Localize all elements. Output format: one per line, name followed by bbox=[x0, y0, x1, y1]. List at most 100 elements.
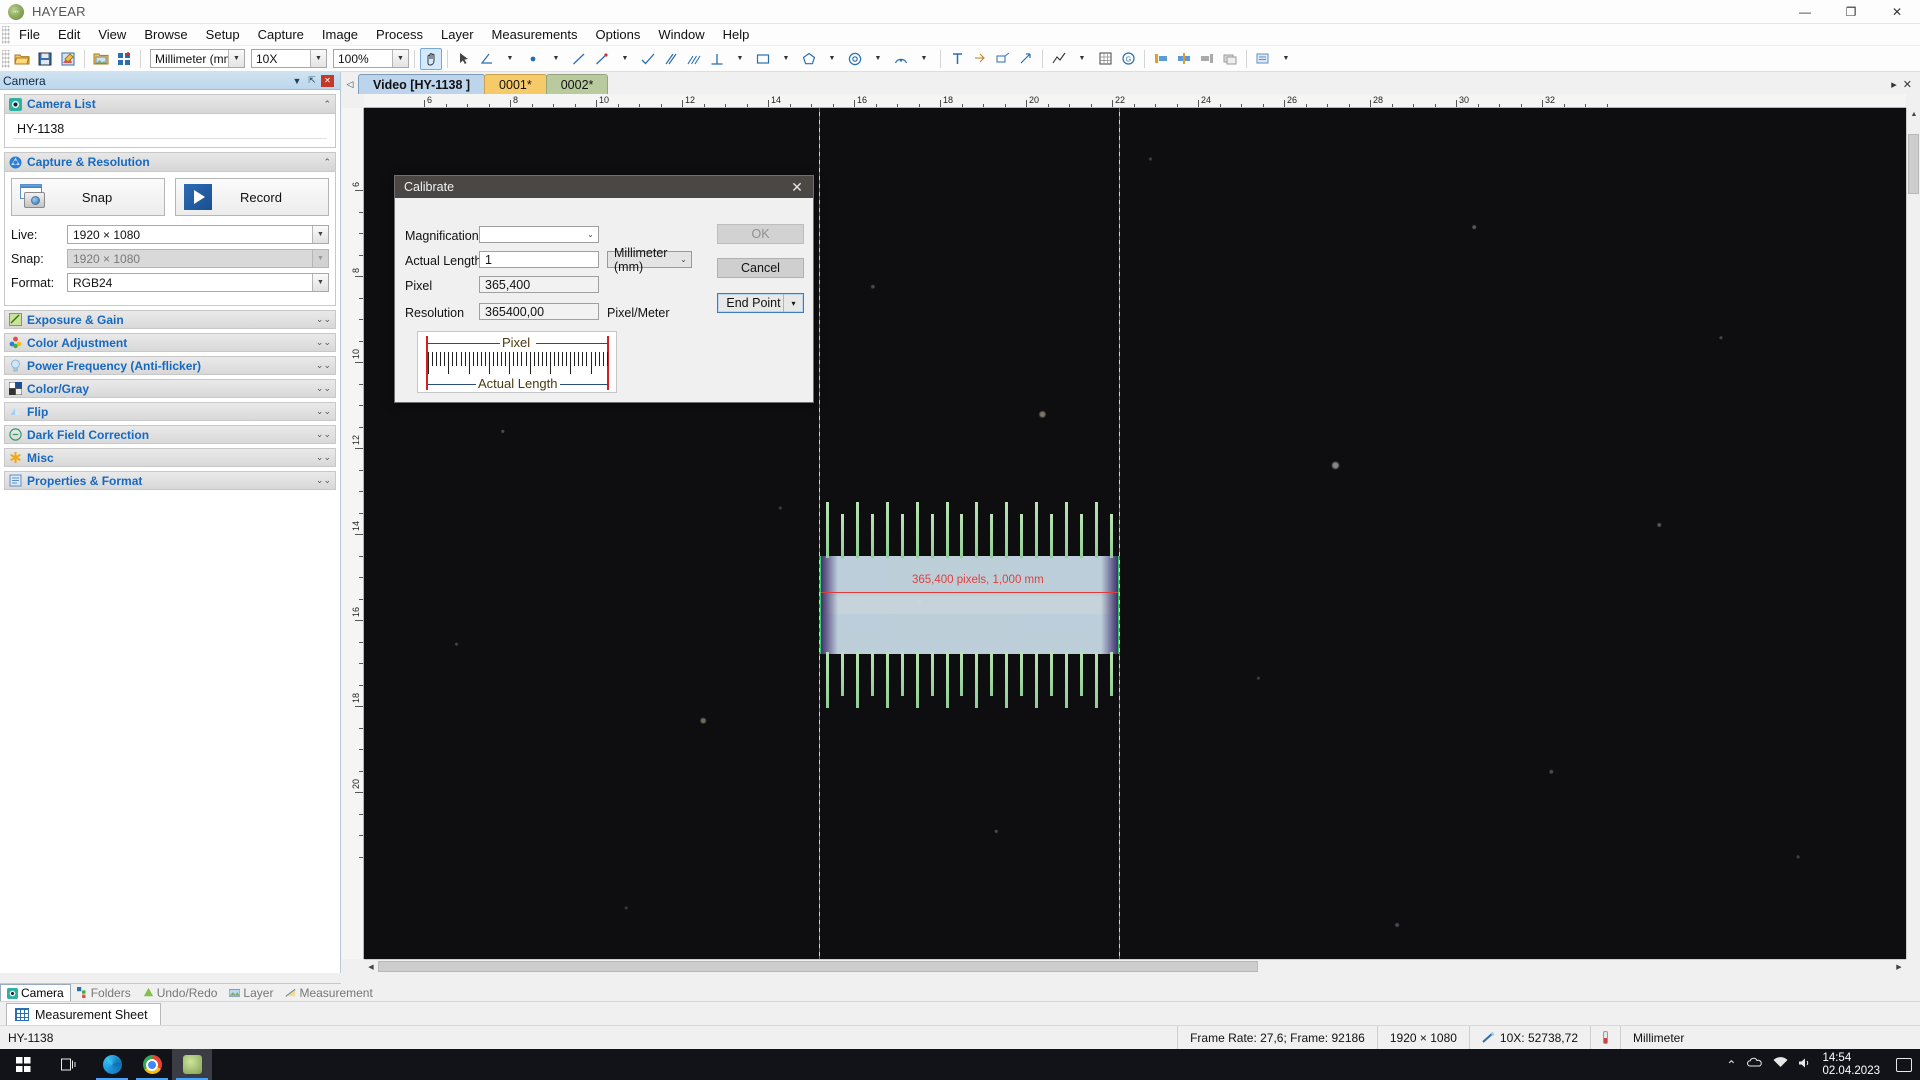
dimension-icon[interactable] bbox=[969, 48, 991, 70]
chevron-left-icon[interactable]: ◁ bbox=[342, 74, 358, 94]
network-icon[interactable] bbox=[1773, 1057, 1788, 1072]
chevron-down-icon[interactable]: ▼ bbox=[545, 48, 567, 70]
group-exposure-gain[interactable]: Exposure & Gain ⌄⌄ bbox=[4, 310, 336, 329]
menu-file[interactable]: File bbox=[10, 25, 49, 44]
snap-button[interactable]: Snap bbox=[11, 178, 165, 216]
menu-browse[interactable]: Browse bbox=[135, 25, 196, 44]
chevron-down-icon[interactable]: ▼ bbox=[775, 48, 797, 70]
arc-icon[interactable] bbox=[890, 48, 912, 70]
point-icon[interactable] bbox=[522, 48, 544, 70]
image-folder-icon[interactable] bbox=[90, 48, 112, 70]
menu-process[interactable]: Process bbox=[367, 25, 432, 44]
close-button[interactable]: ✕ bbox=[1874, 0, 1920, 24]
open-folder-icon[interactable] bbox=[11, 48, 33, 70]
align-left-icon[interactable] bbox=[1150, 48, 1172, 70]
taskbar-app-edge[interactable] bbox=[92, 1049, 132, 1080]
group-camera-list-header[interactable]: Camera List ⌃ bbox=[5, 95, 335, 114]
chevron-down-icon[interactable]: ▼ bbox=[312, 274, 328, 291]
chevron-down-icon[interactable]: ▼ bbox=[1071, 48, 1093, 70]
menu-setup[interactable]: Setup bbox=[197, 25, 249, 44]
taskbar-app-hayear[interactable] bbox=[172, 1049, 212, 1080]
live-resolution-select[interactable]: 1920 × 1080 ▼ bbox=[67, 225, 329, 244]
calibrate-dialog-titlebar[interactable]: Calibrate ✕ bbox=[395, 176, 813, 198]
tray-expand-chevron-icon[interactable]: ⌃ bbox=[1726, 1058, 1736, 1072]
chevron-down-icon[interactable]: ▼ bbox=[310, 50, 326, 67]
tab-video[interactable]: Video [HY-1138 ] bbox=[358, 74, 486, 94]
notification-icon[interactable] bbox=[1896, 1057, 1912, 1072]
group-dark-field-correction[interactable]: Dark Field Correction ⌄⌄ bbox=[4, 425, 336, 444]
measurement-sheet-tab[interactable]: Measurement Sheet bbox=[6, 1003, 161, 1025]
menu-layer[interactable]: Layer bbox=[432, 25, 483, 44]
actual-length-input[interactable]: 1 bbox=[479, 251, 599, 268]
shape-label-icon[interactable] bbox=[992, 48, 1014, 70]
maximize-button[interactable]: ❐ bbox=[1828, 0, 1874, 24]
measurement-guide-left[interactable] bbox=[819, 108, 820, 959]
zoom-select[interactable]: 100% ▼ bbox=[333, 49, 409, 68]
horizontal-scrollbar[interactable]: ◀ ▶ bbox=[364, 959, 1906, 973]
arrow-annotation-icon[interactable] bbox=[1015, 48, 1037, 70]
chevron-down-icon[interactable]: ▼ bbox=[729, 48, 751, 70]
chevron-double-down-icon[interactable]: ⌄⌄ bbox=[316, 406, 331, 417]
grid-add-icon[interactable] bbox=[113, 48, 135, 70]
chevron-right-icon[interactable]: ▸ bbox=[1891, 78, 1897, 91]
chevron-down-icon[interactable]: ▼ bbox=[312, 226, 328, 243]
scroll-up-button[interactable]: ▲ bbox=[1907, 108, 1920, 121]
text-icon[interactable] bbox=[946, 48, 968, 70]
taskbar-app-chrome[interactable] bbox=[132, 1049, 172, 1080]
chart-icon[interactable] bbox=[1048, 48, 1070, 70]
chevron-double-down-icon[interactable]: ⌄⌄ bbox=[316, 429, 331, 440]
menu-grip-handle[interactable] bbox=[2, 25, 10, 44]
chevron-double-down-icon[interactable]: ⌄⌄ bbox=[316, 314, 331, 325]
toolbar-grip-handle[interactable] bbox=[2, 49, 10, 68]
tab-camera[interactable]: Camera bbox=[0, 983, 71, 1002]
scroll-left-button[interactable]: ◀ bbox=[364, 960, 378, 973]
perpendicular-icon[interactable] bbox=[706, 48, 728, 70]
menu-measurements[interactable]: Measurements bbox=[483, 25, 587, 44]
menu-help[interactable]: Help bbox=[714, 25, 759, 44]
annulus-icon[interactable] bbox=[844, 48, 866, 70]
pan-hand-icon[interactable] bbox=[420, 47, 442, 70]
chevron-down-icon[interactable]: ▼ bbox=[1275, 48, 1297, 70]
settings-icon[interactable] bbox=[1252, 48, 1274, 70]
layers-icon[interactable] bbox=[1219, 48, 1241, 70]
magnification-select[interactable]: ⌄ bbox=[479, 226, 599, 243]
task-view-button[interactable] bbox=[46, 1049, 92, 1080]
minimize-button[interactable]: — bbox=[1782, 0, 1828, 24]
rectangle-icon[interactable] bbox=[752, 48, 774, 70]
group-color-gray[interactable]: Color/Gray ⌄⌄ bbox=[4, 379, 336, 398]
chevron-double-down-icon[interactable]: ⌄⌄ bbox=[316, 360, 331, 371]
actual-length-unit-select[interactable]: Millimeter (mm) ⌄ bbox=[607, 246, 692, 274]
measurement-guide-right[interactable] bbox=[1119, 108, 1120, 959]
tab-folders[interactable]: Folders bbox=[71, 984, 137, 1002]
close-icon[interactable]: ✕ bbox=[781, 176, 813, 198]
chevron-down-icon[interactable]: ⌄ bbox=[676, 252, 691, 267]
chevron-up-icon[interactable]: ⌃ bbox=[323, 99, 331, 110]
chevron-down-icon[interactable]: ▼ bbox=[867, 48, 889, 70]
group-properties-format[interactable]: Properties & Format ⌄⌄ bbox=[4, 471, 336, 490]
close-icon[interactable]: ✕ bbox=[321, 74, 334, 87]
counter-icon[interactable]: G bbox=[1117, 48, 1139, 70]
chevron-double-down-icon[interactable]: ⌄⌄ bbox=[316, 337, 331, 348]
triple-lines-icon[interactable] bbox=[683, 48, 705, 70]
chevron-down-icon[interactable]: ▼ bbox=[228, 50, 244, 67]
chevron-down-icon[interactable]: ▼ bbox=[499, 48, 521, 70]
tab-measurement[interactable]: Measurement bbox=[279, 984, 378, 1002]
menu-edit[interactable]: Edit bbox=[49, 25, 89, 44]
line-icon[interactable] bbox=[568, 48, 590, 70]
format-select[interactable]: RGB24 ▼ bbox=[67, 273, 329, 292]
group-misc[interactable]: Misc ⌄⌄ bbox=[4, 448, 336, 467]
scroll-thumb-vertical[interactable] bbox=[1908, 134, 1919, 194]
arrow-select-icon[interactable] bbox=[453, 48, 475, 70]
tab-undo-redo[interactable]: Undo/Redo bbox=[137, 984, 224, 1002]
angle-icon[interactable] bbox=[476, 48, 498, 70]
chevron-down-icon[interactable]: ▼ bbox=[392, 50, 408, 67]
start-button[interactable] bbox=[0, 1049, 46, 1080]
group-color-adjustment[interactable]: Color Adjustment ⌄⌄ bbox=[4, 333, 336, 352]
measurement-line[interactable] bbox=[820, 592, 1119, 593]
chevron-down-icon[interactable]: ▼ bbox=[821, 48, 843, 70]
check-line-icon[interactable] bbox=[637, 48, 659, 70]
export-icon[interactable] bbox=[57, 48, 79, 70]
align-center-icon[interactable] bbox=[1173, 48, 1195, 70]
menu-capture[interactable]: Capture bbox=[249, 25, 313, 44]
menu-options[interactable]: Options bbox=[587, 25, 650, 44]
